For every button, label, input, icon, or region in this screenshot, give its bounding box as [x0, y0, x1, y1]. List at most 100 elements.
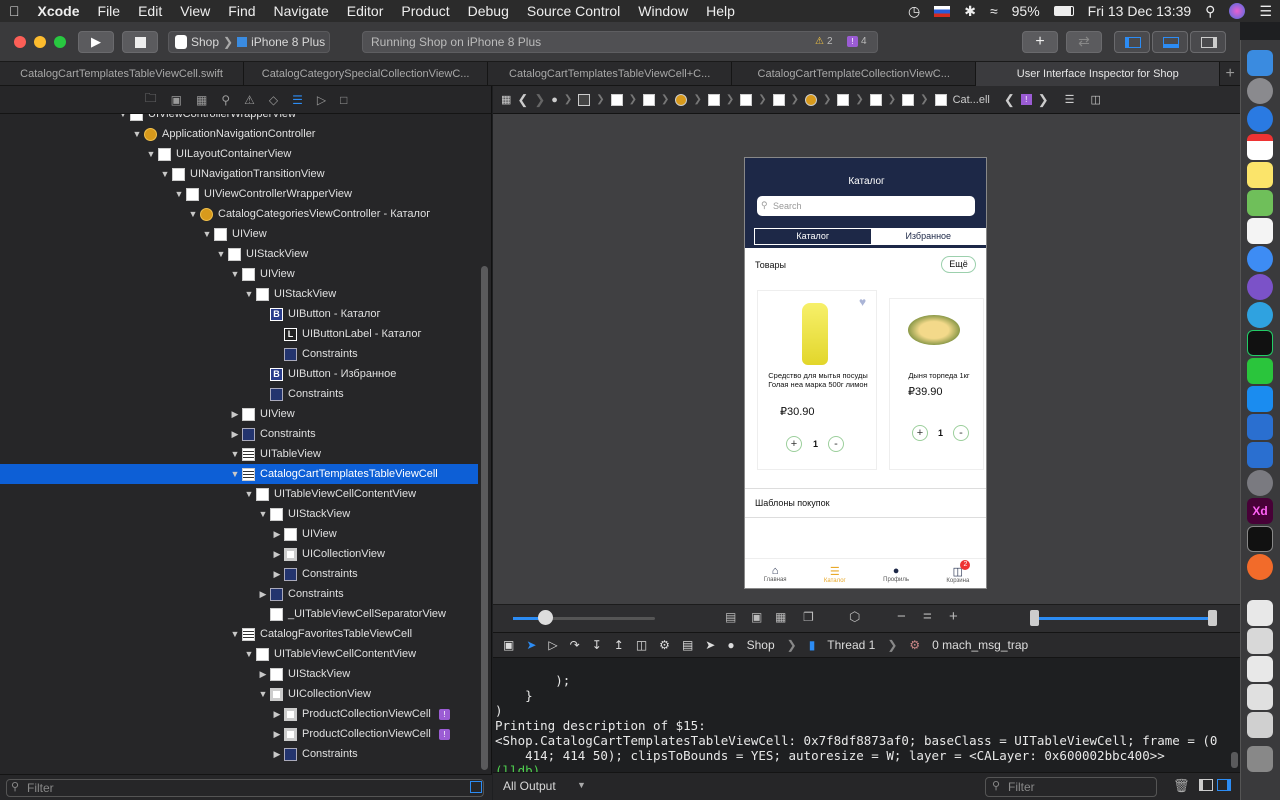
disclosure-collapsed-icon[interactable]: ▶ — [272, 729, 282, 740]
environment-overrides-icon[interactable]: ▤ — [682, 638, 693, 652]
symbol-icon[interactable]: ▦ — [196, 93, 207, 107]
disclosure-collapsed-icon[interactable]: ▶ — [230, 429, 240, 440]
close-window-button[interactable] — [14, 36, 26, 48]
continue-icon[interactable]: ▷ — [548, 638, 557, 652]
hide-debug-area-icon[interactable]: ▣ — [503, 638, 514, 652]
jump-view-icon[interactable] — [610, 93, 623, 106]
folder-icon[interactable]: 🗀 — [145, 89, 157, 110]
wifi-icon[interactable]: ≈ — [990, 3, 998, 19]
tab-profile[interactable]: ● Профиль — [883, 559, 909, 588]
code-review-button[interactable]: ⇄ — [1066, 31, 1102, 53]
decrease-button[interactable]: - — [953, 425, 969, 441]
more-button[interactable]: Ещё — [941, 256, 976, 273]
tab-catalog[interactable]: ☰ Каталог — [824, 559, 846, 588]
disclosure-collapsed-icon[interactable]: ▶ — [272, 529, 282, 540]
editor-options-icon[interactable]: ☰ — [1065, 93, 1075, 106]
tab-cart[interactable]: ◫ Корзина 2 — [946, 559, 971, 588]
notification-center-icon[interactable]: ☰ — [1259, 3, 1272, 20]
test-icon[interactable]: ◇ — [269, 93, 278, 107]
tree-row[interactable]: ▼ UIView — [0, 224, 478, 244]
disclosure-collapsed-icon[interactable]: ▶ — [272, 569, 282, 580]
tab-cart-template-collection[interactable]: CatalogCartTemplateCollectionViewC... — [732, 62, 977, 86]
range-slider-min-handle[interactable] — [1030, 610, 1039, 626]
simulate-location-icon[interactable]: ➤ — [705, 638, 715, 652]
frames-icon[interactable]: ▣ — [751, 610, 762, 624]
jump-table-icon[interactable] — [934, 93, 947, 106]
viber-icon[interactable] — [1247, 274, 1273, 300]
library-button[interactable]: + — [1022, 31, 1058, 53]
add-tab-icon[interactable]: + — [1220, 62, 1240, 85]
debug-thread[interactable]: Thread 1 — [827, 638, 875, 652]
range-slider[interactable] — [1033, 617, 1213, 620]
jump-vc-icon[interactable] — [675, 93, 688, 106]
tree-row[interactable]: ▼ CatalogFavoritesTableViewCell — [0, 624, 478, 644]
tree-row[interactable]: ▼ UIViewControllerWrapperView — [0, 114, 478, 124]
tree-row[interactable]: ▶ Constraints — [0, 584, 478, 604]
app-store-icon[interactable] — [1247, 386, 1273, 412]
finder-icon[interactable] — [1247, 50, 1273, 76]
menu-source-control[interactable]: Source Control — [518, 3, 629, 19]
decrease-button[interactable]: - — [828, 436, 844, 452]
instruments-icon[interactable] — [1247, 442, 1273, 468]
tab-category-special[interactable]: CatalogCategorySpecialCollectionViewC... — [244, 62, 489, 86]
console-scrollbar[interactable] — [1231, 658, 1238, 770]
disclosure-collapsed-icon[interactable]: ▶ — [272, 709, 282, 720]
input-source-icon[interactable] — [934, 5, 951, 17]
reminders-icon[interactable] — [1247, 218, 1273, 244]
run-button[interactable]: ▶ — [78, 31, 114, 53]
debug-navigator-icon[interactable]: ☰ — [292, 93, 303, 107]
tree-row[interactable]: ▶ ProductCollectionViewCell! — [0, 704, 478, 724]
time-machine-icon[interactable]: ◷ — [908, 3, 920, 20]
jump-vc-icon[interactable] — [805, 93, 817, 106]
disclosure-collapsed-icon[interactable]: ▶ — [230, 409, 240, 420]
output-selector[interactable]: All Output — [503, 779, 556, 793]
disclosure-expanded-icon[interactable]: ▼ — [230, 269, 240, 279]
breakpoints-toggle-icon[interactable]: ➤ — [526, 638, 536, 652]
disclosure-expanded-icon[interactable]: ▼ — [230, 629, 240, 639]
tree-row[interactable]: ▶ Constraints — [0, 564, 478, 584]
menu-app-name[interactable]: Xcode — [29, 3, 89, 19]
tree-row[interactable]: ▼ UITableView — [0, 444, 478, 464]
tree-row[interactable]: ▼ CatalogCategoriesViewController - Катал… — [0, 204, 478, 224]
disclosure-expanded-icon[interactable]: ▼ — [244, 489, 254, 499]
activity-monitor-icon[interactable] — [1247, 330, 1273, 356]
increase-button[interactable]: + — [912, 425, 928, 441]
toggle-inspector-button[interactable] — [1190, 31, 1226, 53]
range-slider-max-handle[interactable] — [1208, 610, 1217, 626]
debug-view-hierarchy-icon[interactable]: ◫ — [636, 638, 647, 652]
tree-row[interactable]: ▶ UIView — [0, 404, 478, 424]
memory-graph-icon[interactable]: ⚙ — [659, 638, 670, 652]
simulator-screen-render[interactable]: Каталог Search ⚲ Каталог Избранное Товар… — [744, 157, 987, 589]
disclosure-expanded-icon[interactable]: ▼ — [146, 149, 156, 159]
tab-cart-templates-swift[interactable]: CatalogCartTemplatesTableViewCell.swift — [0, 62, 245, 86]
console-view-toggle-icon[interactable] — [1217, 779, 1231, 791]
tree-row[interactable]: ▼ UIStackView — [0, 504, 478, 524]
maps-icon[interactable] — [1247, 190, 1273, 216]
debug-console[interactable]: ); }) Printing description of $15: <Shop.C… — [493, 658, 1230, 778]
disclosure-collapsed-icon[interactable]: ▶ — [272, 549, 282, 560]
jump-view-icon[interactable] — [643, 93, 656, 106]
disclosure-expanded-icon[interactable]: ▼ — [132, 129, 142, 139]
console-filter-input[interactable]: Filter — [985, 777, 1157, 797]
menu-help[interactable]: Help — [697, 3, 744, 19]
safari-icon[interactable] — [1247, 106, 1273, 132]
forward-arrow-icon[interactable]: ❯ — [534, 92, 545, 108]
jump-view-icon[interactable] — [902, 93, 915, 106]
disclosure-expanded-icon[interactable]: ▼ — [202, 229, 212, 239]
disclosure-collapsed-icon[interactable]: ▶ — [272, 749, 282, 760]
document-icon[interactable] — [1247, 628, 1273, 654]
find-icon[interactable]: ⚲ — [221, 93, 230, 107]
back-arrow-icon[interactable]: ❮ — [517, 92, 528, 108]
menu-find[interactable]: Find — [219, 3, 264, 19]
navigator-scrollbar[interactable] — [481, 266, 488, 770]
tree-row[interactable]: ▶ UIStackView — [0, 664, 478, 684]
debug-frame[interactable]: 0 mach_msg_trap — [932, 638, 1028, 652]
split-editor-icon[interactable]: ◫ — [1091, 93, 1101, 106]
issues-badge[interactable]: ! 4 — [847, 36, 867, 47]
tree-row[interactable]: ▼ UIStackView — [0, 284, 478, 304]
telegram-icon[interactable] — [1247, 302, 1273, 328]
document-icon[interactable] — [1247, 656, 1273, 682]
navigator-filter-input[interactable]: Filter — [6, 779, 484, 797]
document-icon[interactable] — [1247, 712, 1273, 738]
spotlight-icon[interactable]: ⚲ — [1205, 3, 1215, 20]
